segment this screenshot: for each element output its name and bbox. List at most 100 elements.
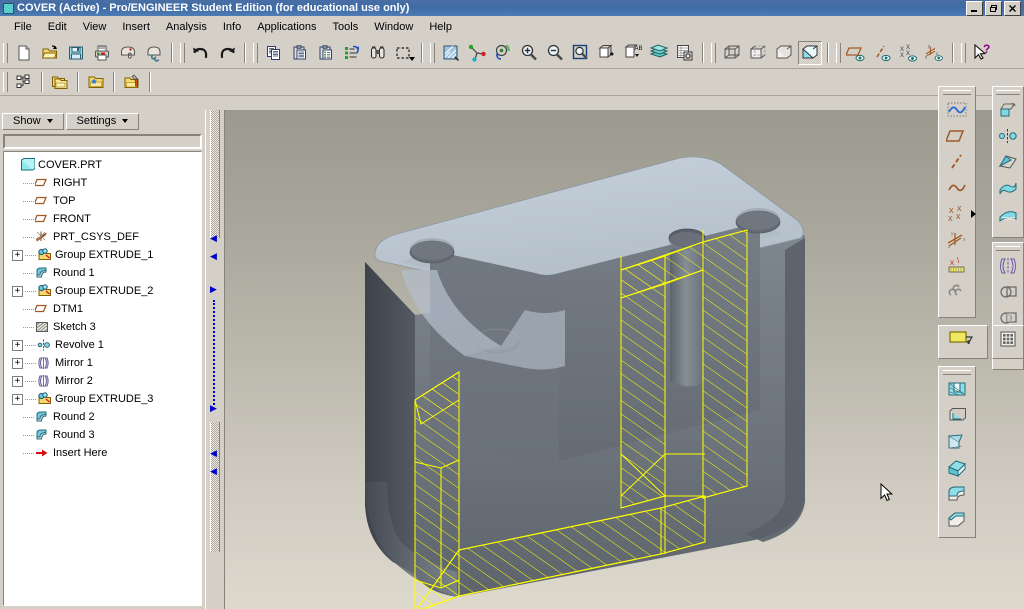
- panel-splitter[interactable]: ◀ ◀ ▶ ▶ ◀ ◀: [205, 110, 224, 609]
- pattern-table-icon[interactable]: [995, 326, 1021, 352]
- splitter-collapse-arrow-bottom2[interactable]: ◀: [210, 468, 220, 477]
- saved-view-icon[interactable]: [595, 41, 619, 65]
- layers-icon[interactable]: [647, 41, 671, 65]
- splitter-expand-arrow[interactable]: ▶: [210, 286, 220, 295]
- datum-axis-tool-icon[interactable]: [944, 149, 970, 175]
- save-icon[interactable]: [64, 41, 88, 65]
- tree-node-dtm1[interactable]: DTM1: [8, 300, 201, 318]
- sketch-section-icon[interactable]: [940, 326, 986, 352]
- restore-button[interactable]: [985, 0, 1002, 16]
- close-button[interactable]: [1004, 0, 1021, 16]
- sweep-tool-icon[interactable]: [944, 429, 970, 455]
- tree-node-round-2[interactable]: Round 2: [8, 408, 201, 426]
- style-surface-icon[interactable]: [995, 201, 1021, 227]
- shaded-icon[interactable]: [798, 41, 822, 65]
- offset-surface-icon[interactable]: [995, 97, 1021, 123]
- redo-icon[interactable]: [215, 41, 239, 65]
- datum-point-display-icon[interactable]: x x x x: [897, 41, 921, 65]
- menu-edit[interactable]: Edit: [40, 18, 75, 36]
- tree-node-group-extrude-2[interactable]: + Group EXTRUDE_2: [8, 282, 201, 300]
- toolbar-grip[interactable]: [996, 246, 1020, 251]
- zoom-in-icon[interactable]: [517, 41, 541, 65]
- tree-expand-plus-icon[interactable]: +: [12, 393, 23, 405]
- favorites-folder-icon[interactable]: [84, 70, 108, 94]
- connections-folder-icon[interactable]: [120, 70, 144, 94]
- datum-csys-display-icon[interactable]: y z x: [923, 41, 947, 65]
- toolbar-grip[interactable]: [180, 43, 185, 63]
- datum-plane-tool-icon[interactable]: [944, 123, 970, 149]
- view-manager-icon[interactable]: [673, 41, 697, 65]
- tree-node-root[interactable]: COVER.PRT: [8, 156, 201, 174]
- model-tree-list[interactable]: COVER.PRT RIGHT TOP FRONT PRT_CSYS_DEF + Group…: [3, 151, 202, 606]
- reorient-icon[interactable]: [491, 41, 515, 65]
- toolbar-grip[interactable]: [942, 90, 972, 95]
- hyperlink-icon[interactable]: [142, 41, 166, 65]
- settings-button[interactable]: Settings: [65, 112, 140, 130]
- menu-tools[interactable]: Tools: [325, 18, 367, 36]
- refit-icon[interactable]: [569, 41, 593, 65]
- minimize-button[interactable]: [966, 0, 983, 16]
- toolbar-grip[interactable]: [711, 43, 716, 63]
- menu-info[interactable]: Info: [215, 18, 249, 36]
- toolbar-grip[interactable]: [836, 43, 841, 63]
- extrude-tool-icon[interactable]: [944, 377, 970, 403]
- tree-expand-plus-icon[interactable]: +: [12, 339, 23, 351]
- tree-node-sketch-3[interactable]: Sketch 3: [8, 318, 201, 336]
- tree-node-round-3[interactable]: Round 3: [8, 426, 201, 444]
- show-button[interactable]: Show: [2, 112, 64, 130]
- splitter-collapse-arrow-bottom[interactable]: ◀: [210, 450, 220, 459]
- menu-applications[interactable]: Applications: [249, 18, 324, 36]
- tree-node-prt-csys-def[interactable]: PRT_CSYS_DEF: [8, 228, 201, 246]
- hidden-line-icon[interactable]: [746, 41, 770, 65]
- round-tool-icon[interactable]: [944, 481, 970, 507]
- paste-icon[interactable]: [288, 41, 312, 65]
- toolbar-grip[interactable]: [430, 43, 435, 63]
- selection-filter-icon[interactable]: [392, 41, 416, 65]
- paste-special-icon[interactable]: [314, 41, 338, 65]
- find-binoculars-icon[interactable]: [366, 41, 390, 65]
- toolbar-grip[interactable]: [3, 43, 8, 63]
- tree-node-mirror-1[interactable]: + Mirror 1: [8, 354, 201, 372]
- tree-node-insert-here[interactable]: Insert Here: [8, 444, 201, 462]
- splitter-collapse-arrow-top[interactable]: ◀: [210, 235, 220, 244]
- toolbar-grip[interactable]: [942, 370, 972, 375]
- toolbar-grip[interactable]: [253, 43, 258, 63]
- menu-window[interactable]: Window: [366, 18, 421, 36]
- tree-expand-plus-icon[interactable]: +: [12, 285, 23, 297]
- context-help-icon[interactable]: ?: [970, 41, 994, 65]
- datum-axis-display-icon[interactable]: [871, 41, 895, 65]
- reference-icon[interactable]: [944, 279, 970, 305]
- splitter-grip-top[interactable]: [210, 110, 220, 238]
- tree-expand-plus-icon[interactable]: +: [12, 375, 23, 387]
- tree-node-group-extrude-3[interactable]: + Group EXTRUDE_3: [8, 390, 201, 408]
- fill-surface-icon[interactable]: [995, 149, 1021, 175]
- chevron-down-icon[interactable]: [409, 57, 415, 61]
- flyout-arrow-icon[interactable]: [971, 210, 976, 218]
- datum-csys-tool-icon[interactable]: y z x: [944, 227, 970, 253]
- annotate-icon[interactable]: AB: [621, 41, 645, 65]
- datum-point-tool-icon[interactable]: x x x x: [944, 201, 976, 227]
- datum-plane-display-icon[interactable]: [845, 41, 869, 65]
- tree-node-mirror-2[interactable]: + Mirror 2: [8, 372, 201, 390]
- tree-node-right[interactable]: RIGHT: [8, 174, 201, 192]
- toolbar-grip[interactable]: [3, 72, 8, 92]
- no-hidden-icon[interactable]: [772, 41, 796, 65]
- boundary-blend-icon[interactable]: [995, 175, 1021, 201]
- splitter-grip-bottom[interactable]: [210, 422, 220, 552]
- analysis-feature-icon[interactable]: x \: [944, 253, 970, 279]
- menu-help[interactable]: Help: [421, 18, 460, 36]
- tree-node-revolve-1[interactable]: + Revolve 1: [8, 336, 201, 354]
- print-icon[interactable]: [90, 41, 114, 65]
- datum-curve-tool-icon[interactable]: [944, 175, 970, 201]
- cad-model-view[interactable]: [225, 110, 1024, 609]
- menu-view[interactable]: View: [75, 18, 115, 36]
- regenerate-icon[interactable]: [340, 41, 364, 65]
- wireframe-icon[interactable]: [720, 41, 744, 65]
- sketch-tool-icon[interactable]: [944, 97, 970, 123]
- tree-node-top[interactable]: TOP: [8, 192, 201, 210]
- new-file-icon[interactable]: [12, 41, 36, 65]
- model-tree-icon[interactable]: [12, 70, 36, 94]
- tree-node-group-extrude-1[interactable]: + Group EXTRUDE_1: [8, 246, 201, 264]
- repaint-icon[interactable]: [439, 41, 463, 65]
- revolve-tool-icon[interactable]: [944, 403, 970, 429]
